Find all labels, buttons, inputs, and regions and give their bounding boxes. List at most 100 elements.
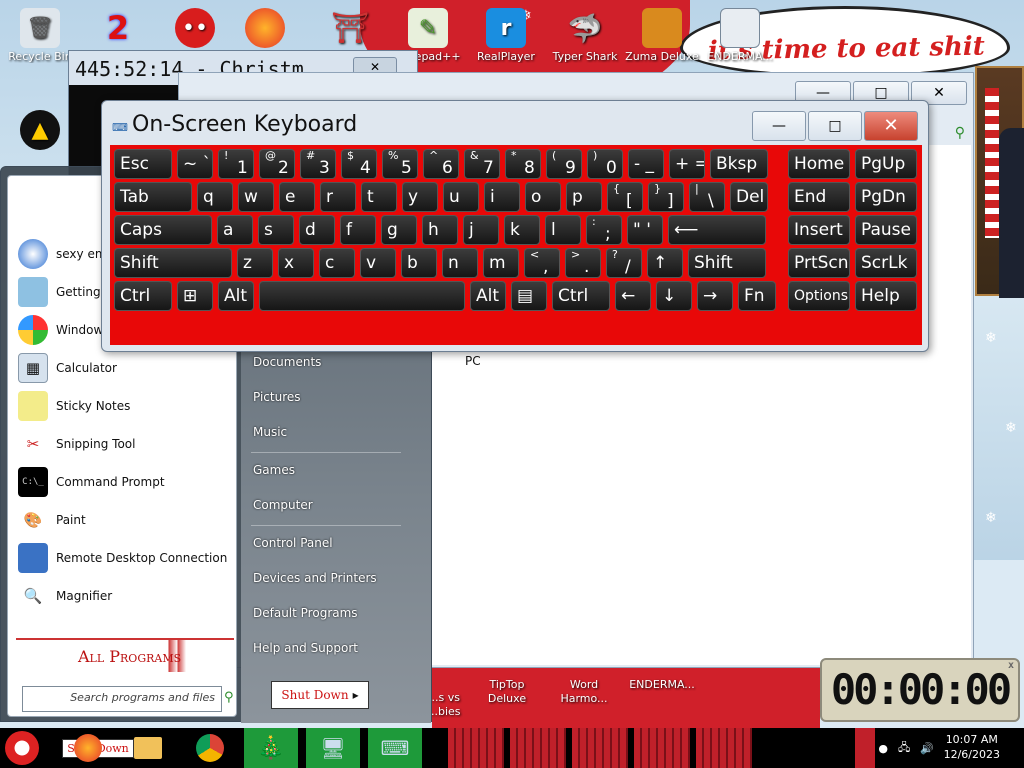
key-m[interactable]: m [483, 248, 519, 278]
on-screen-keyboard-window[interactable]: ⌨ On-Screen Keyboard — □ ✕ Esc ~ `! 1 @2 #3 $… [101, 100, 929, 352]
key-s[interactable]: s [258, 215, 294, 245]
taskbar-item[interactable] [634, 728, 690, 768]
key-d[interactable]: d [299, 215, 335, 245]
close-icon[interactable]: x [1008, 660, 1014, 672]
key-space[interactable] [259, 281, 465, 311]
link-games[interactable]: Games [253, 463, 295, 477]
taskbar-remote-desktop[interactable]: 🖥 [306, 728, 360, 768]
key-w[interactable]: w [238, 182, 274, 212]
program-item-snipping-tool[interactable]: ✂ Snipping Tool [18, 428, 136, 460]
key-b[interactable]: b [401, 248, 437, 278]
key-t[interactable]: t [361, 182, 397, 212]
key-ctrl[interactable]: Ctrl [552, 281, 610, 311]
all-programs-button[interactable]: All Programs [16, 638, 234, 672]
key-symbol[interactable]: ▤ [511, 281, 547, 311]
key-symbol[interactable]: + = [669, 149, 705, 179]
program-item-magnifier[interactable]: 🔍 Magnifier [18, 580, 112, 612]
taskbar-item[interactable] [448, 728, 504, 768]
key-0[interactable]: ) 0 [587, 149, 623, 179]
key-2[interactable]: @2 [259, 149, 295, 179]
key-e[interactable]: e [279, 182, 315, 212]
key-alt[interactable]: Alt [470, 281, 506, 311]
desktop-icon-endermanch-2[interactable]: ENDERMA... [622, 678, 702, 691]
key-esc[interactable]: Esc [114, 149, 172, 179]
key-symbol[interactable]: ↓ [656, 281, 692, 311]
key-symbol[interactable]: >. [565, 248, 601, 278]
key-shift[interactable]: Shift [114, 248, 232, 278]
key-y[interactable]: y [402, 182, 438, 212]
key-x[interactable]: x [278, 248, 314, 278]
program-item-remote-desktop[interactable]: Remote Desktop Connection [18, 542, 227, 574]
key-n[interactable]: n [442, 248, 478, 278]
key-5[interactable]: % 5 [382, 149, 418, 179]
key-symbol[interactable]: ~ ` [177, 149, 213, 179]
link-devices-and-printers[interactable]: Devices and Printers [253, 571, 377, 585]
search-icon[interactable]: ⚲ [224, 690, 234, 705]
key-j[interactable]: j [463, 215, 499, 245]
key-del[interactable]: Del [730, 182, 768, 212]
taskbar-explorer[interactable] [130, 728, 166, 768]
taskbar-item[interactable] [696, 728, 752, 768]
key-symbol[interactable]: ? / [606, 248, 642, 278]
key-symbol[interactable]: ⟵ [668, 215, 766, 245]
key-ctrl[interactable]: Ctrl [114, 281, 172, 311]
key-help[interactable]: Help [855, 281, 917, 311]
key-alt[interactable]: Alt [218, 281, 254, 311]
key-a[interactable]: a [217, 215, 253, 245]
link-documents[interactable]: Documents [253, 355, 321, 369]
maximize-button[interactable]: □ [808, 111, 862, 141]
taskbar-chrome[interactable] [192, 728, 228, 768]
key-scrlk[interactable]: ScrLk [855, 248, 917, 278]
key-4[interactable]: $4 [341, 149, 377, 179]
program-item-command-prompt[interactable]: C:\_ Command Prompt [18, 466, 165, 498]
key-p[interactable]: p [566, 182, 602, 212]
key-pgdn[interactable]: PgDn [855, 182, 917, 212]
search-programs-input[interactable]: Search programs and files [22, 686, 222, 712]
key-fn[interactable]: Fn [738, 281, 776, 311]
link-music[interactable]: Music [253, 425, 287, 439]
shutdown-button[interactable]: Shut Down ▸ [271, 681, 369, 709]
key-prtscn[interactable]: PrtScn [788, 248, 850, 278]
key-q[interactable]: q [197, 182, 233, 212]
key-symbol[interactable]: → [697, 281, 733, 311]
key-shift[interactable]: Shift [688, 248, 766, 278]
key-symbol[interactable]: ⊞ [177, 281, 213, 311]
key-symbol[interactable]: " ' [627, 215, 663, 245]
key-symbol[interactable]: <, [524, 248, 560, 278]
timer-widget[interactable]: x 00:00:00 [820, 658, 1020, 722]
key-pause[interactable]: Pause [855, 215, 917, 245]
taskbar-osk[interactable]: ⌨ [368, 728, 422, 768]
volume-icon[interactable]: 🔊 [920, 742, 934, 755]
desktop-icon-shrine[interactable]: ⛩ [310, 8, 390, 50]
key-k[interactable]: k [504, 215, 540, 245]
key-z[interactable]: z [237, 248, 273, 278]
taskbar-firefox[interactable] [70, 728, 106, 768]
key-symbol[interactable]: }] [648, 182, 684, 212]
key-symbol[interactable]: :; [586, 215, 622, 245]
key-insert[interactable]: Insert [788, 215, 850, 245]
key-caps[interactable]: Caps [114, 215, 212, 245]
key-v[interactable]: v [360, 248, 396, 278]
program-item-calculator[interactable]: ▦ Calculator [18, 352, 117, 384]
key-bksp[interactable]: Bksp [710, 149, 768, 179]
key-options[interactable]: Options [788, 281, 850, 311]
desktop-icon-word-harmony[interactable]: Word Harmo... [544, 678, 624, 706]
key-o[interactable]: o [525, 182, 561, 212]
key-symbol[interactable]: | \ [689, 182, 725, 212]
link-pictures[interactable]: Pictures [253, 390, 301, 404]
key-symbol[interactable]: - _ [628, 149, 664, 179]
minimize-button[interactable]: — [752, 111, 806, 141]
key-6[interactable]: ^ 6 [423, 149, 459, 179]
taskbar-item[interactable] [510, 728, 566, 768]
key-1[interactable]: ! 1 [218, 149, 254, 179]
desktop-icon-endermanch[interactable]: ENDERMA... [700, 8, 780, 63]
key-symbol[interactable]: ← [615, 281, 651, 311]
link-default-programs[interactable]: Default Programs [253, 606, 358, 620]
key-9[interactable]: (9 [546, 149, 582, 179]
program-item-sticky-notes[interactable]: Sticky Notes [18, 390, 130, 422]
link-computer[interactable]: Computer [253, 498, 313, 512]
key-symbol[interactable]: ↑ [647, 248, 683, 278]
taskbar-christmas-tree[interactable]: 🎄 [244, 728, 298, 768]
key-l[interactable]: l [545, 215, 581, 245]
desktop-icon-zuma-deluxe[interactable]: Zuma Deluxe [622, 8, 702, 63]
